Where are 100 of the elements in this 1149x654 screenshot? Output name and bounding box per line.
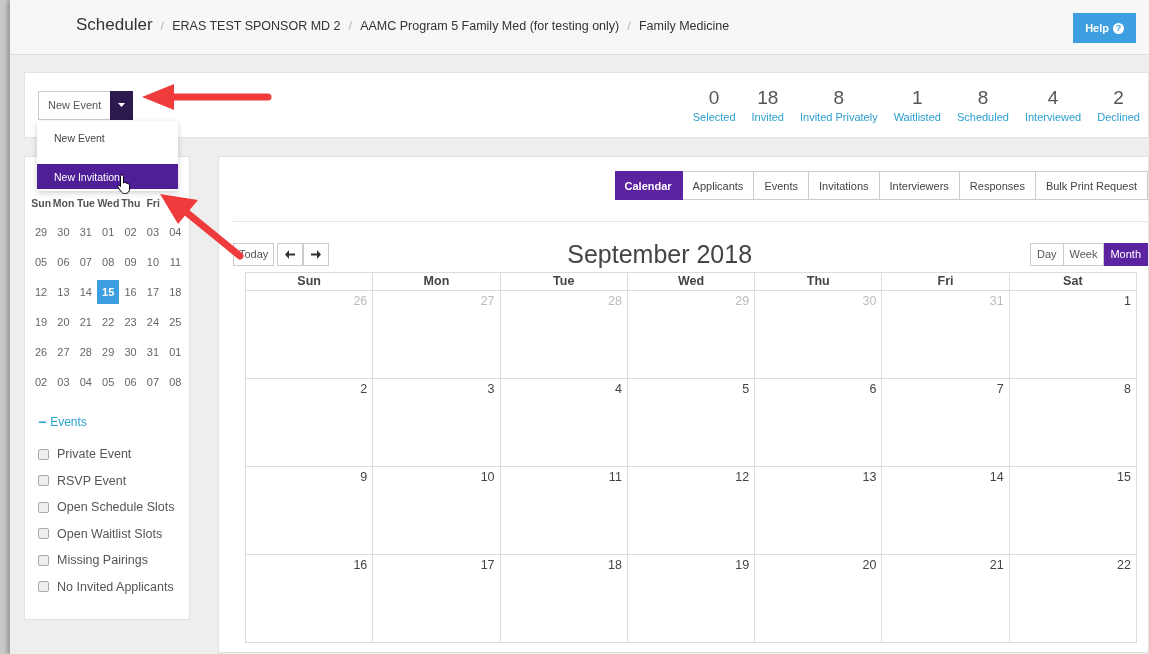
mini-calendar-day[interactable]: 03 — [141, 220, 164, 244]
mini-calendar-day[interactable]: 06 — [119, 370, 142, 394]
mini-calendar-day[interactable]: 29 — [97, 340, 120, 364]
arrow-left-icon — [285, 249, 296, 259]
previous-button[interactable] — [277, 242, 304, 266]
stat-count: 8 — [833, 87, 845, 109]
mini-calendar-day[interactable]: 05 — [97, 370, 120, 394]
mini-calendar-day[interactable]: 19 — [30, 310, 52, 334]
checkbox-label: Missing Pairings — [57, 553, 148, 568]
checkbox[interactable] — [38, 528, 49, 540]
mini-calendar-day[interactable]: 25 — [164, 310, 187, 334]
mini-calendar-day[interactable]: 13 — [52, 280, 75, 304]
checkbox[interactable] — [38, 501, 49, 513]
tab[interactable]: Invitations — [809, 171, 880, 200]
mini-calendar-day[interactable]: 03 — [52, 370, 75, 394]
checkbox[interactable] — [38, 554, 49, 566]
checkbox[interactable] — [38, 448, 49, 460]
day-cell[interactable]: 1 — [1009, 291, 1137, 379]
mini-calendar-day[interactable]: 27 — [52, 340, 75, 364]
view-button[interactable]: Month — [1104, 242, 1148, 266]
day-cell[interactable]: 10 — [373, 467, 501, 555]
day-cell[interactable]: 15 — [1009, 467, 1137, 555]
mini-calendar-day[interactable]: 23 — [119, 310, 142, 334]
mini-calendar-day[interactable]: 22 — [97, 310, 120, 334]
day-cell[interactable]: 5 — [627, 379, 756, 467]
mini-calendar-day[interactable]: 08 — [97, 250, 120, 274]
checkbox-label: Open Schedule Slots — [57, 500, 175, 515]
day-cell[interactable]: 12 — [627, 467, 756, 555]
tab[interactable]: Bulk Print Request — [1035, 171, 1148, 200]
checkbox[interactable] — [38, 475, 49, 487]
day-cell[interactable]: 4 — [500, 379, 628, 467]
next-button[interactable] — [303, 242, 330, 266]
menu-item[interactable]: New Invitation — [37, 164, 178, 189]
view-button[interactable]: Day — [1029, 242, 1064, 266]
breadcrumb-item[interactable]: Family Medicine — [638, 19, 730, 33]
tab[interactable]: Applicants — [682, 171, 755, 200]
day-cell[interactable]: 18 — [500, 555, 628, 643]
mini-calendar-day[interactable]: 26 — [30, 340, 52, 364]
breadcrumb-item[interactable]: AAMC Program 5 Family Med (for testing only) — [360, 19, 620, 33]
day-number: 3 — [487, 382, 495, 396]
view-button[interactable]: Week — [1063, 242, 1105, 266]
day-cell[interactable]: 22 — [1009, 555, 1137, 643]
mini-calendar-day[interactable]: 30 — [119, 340, 142, 364]
mini-calendar-day[interactable]: 05 — [30, 250, 52, 274]
breadcrumb-item[interactable]: ERAS TEST SPONSOR MD 2 — [172, 19, 341, 33]
mini-calendar-day[interactable]: 18 — [164, 280, 187, 304]
mini-calendar-day[interactable]: 08 — [164, 370, 187, 394]
day-cell[interactable]: 11 — [500, 467, 628, 555]
mini-calendar-day[interactable]: 12 — [30, 280, 52, 304]
mini-calendar-day[interactable]: 02 — [119, 220, 142, 244]
day-cell[interactable]: 14 — [882, 467, 1010, 555]
mini-calendar-day[interactable]: 01 — [97, 220, 120, 244]
mini-calendar-day[interactable]: 04 — [164, 220, 187, 244]
day-cell[interactable]: 16 — [246, 555, 374, 643]
mini-calendar-day[interactable]: 10 — [141, 250, 164, 274]
mini-calendar-day[interactable]: 06 — [52, 250, 75, 274]
weekday-label: Wed — [97, 197, 120, 211]
day-cell[interactable]: 20 — [755, 555, 883, 643]
mini-calendar-day[interactable]: 01 — [164, 340, 187, 364]
mini-calendar-day[interactable]: 31 — [141, 340, 164, 364]
day-cell[interactable]: 3 — [373, 379, 501, 467]
mini-calendar-day[interactable]: 30 — [52, 220, 75, 244]
day-number: 29 — [735, 294, 750, 308]
mini-calendar-day[interactable]: 24 — [141, 310, 164, 334]
day-number: 6 — [869, 382, 877, 396]
stat-count: 4 — [1047, 87, 1059, 109]
tab[interactable]: Calendar — [614, 171, 683, 200]
day-cell[interactable]: 6 — [755, 379, 883, 467]
checkbox[interactable] — [38, 581, 49, 593]
day-cell[interactable]: 7 — [882, 379, 1010, 467]
tab[interactable]: Responses — [959, 171, 1036, 200]
day-cell[interactable]: 8 — [1009, 379, 1137, 467]
mini-calendar-day[interactable]: 04 — [74, 370, 97, 394]
tab[interactable]: Interviewers — [879, 171, 960, 200]
mini-calendar-day[interactable]: 17 — [141, 280, 164, 304]
mini-calendar-day[interactable]: 07 — [141, 370, 164, 394]
day-number: 12 — [735, 470, 750, 484]
mini-calendar-day[interactable]: 11 — [164, 250, 187, 274]
day-number: 27 — [480, 294, 495, 308]
tab[interactable]: Events — [754, 171, 809, 200]
day-cell[interactable]: 19 — [627, 555, 756, 643]
mini-calendar-day[interactable]: 09 — [119, 250, 142, 274]
mini-calendar-day[interactable]: 28 — [74, 340, 97, 364]
mini-calendar-day[interactable]: 20 — [52, 310, 75, 334]
breadcrumb-separator: / — [627, 18, 631, 33]
mini-calendar-day[interactable]: 14 — [74, 280, 97, 304]
menu-item[interactable]: New Event — [37, 125, 178, 150]
new-event-button[interactable]: New Event — [38, 90, 111, 120]
day-cell[interactable]: 17 — [373, 555, 501, 643]
day-cell[interactable]: 21 — [882, 555, 1010, 643]
day-cell[interactable]: 13 — [755, 467, 883, 555]
mini-calendar-day[interactable]: 16 — [119, 280, 142, 304]
mini-calendar-day[interactable]: 02 — [30, 370, 52, 394]
dropdown-toggle[interactable] — [110, 90, 134, 120]
mini-calendar-day[interactable]: 31 — [74, 220, 97, 244]
mini-calendar-day[interactable]: 29 — [30, 220, 52, 244]
day-cell[interactable]: 9 — [246, 467, 374, 555]
day-cell[interactable]: 2 — [246, 379, 374, 467]
mini-calendar-day[interactable]: 07 — [74, 250, 97, 274]
mini-calendar-day[interactable]: 21 — [74, 310, 97, 334]
